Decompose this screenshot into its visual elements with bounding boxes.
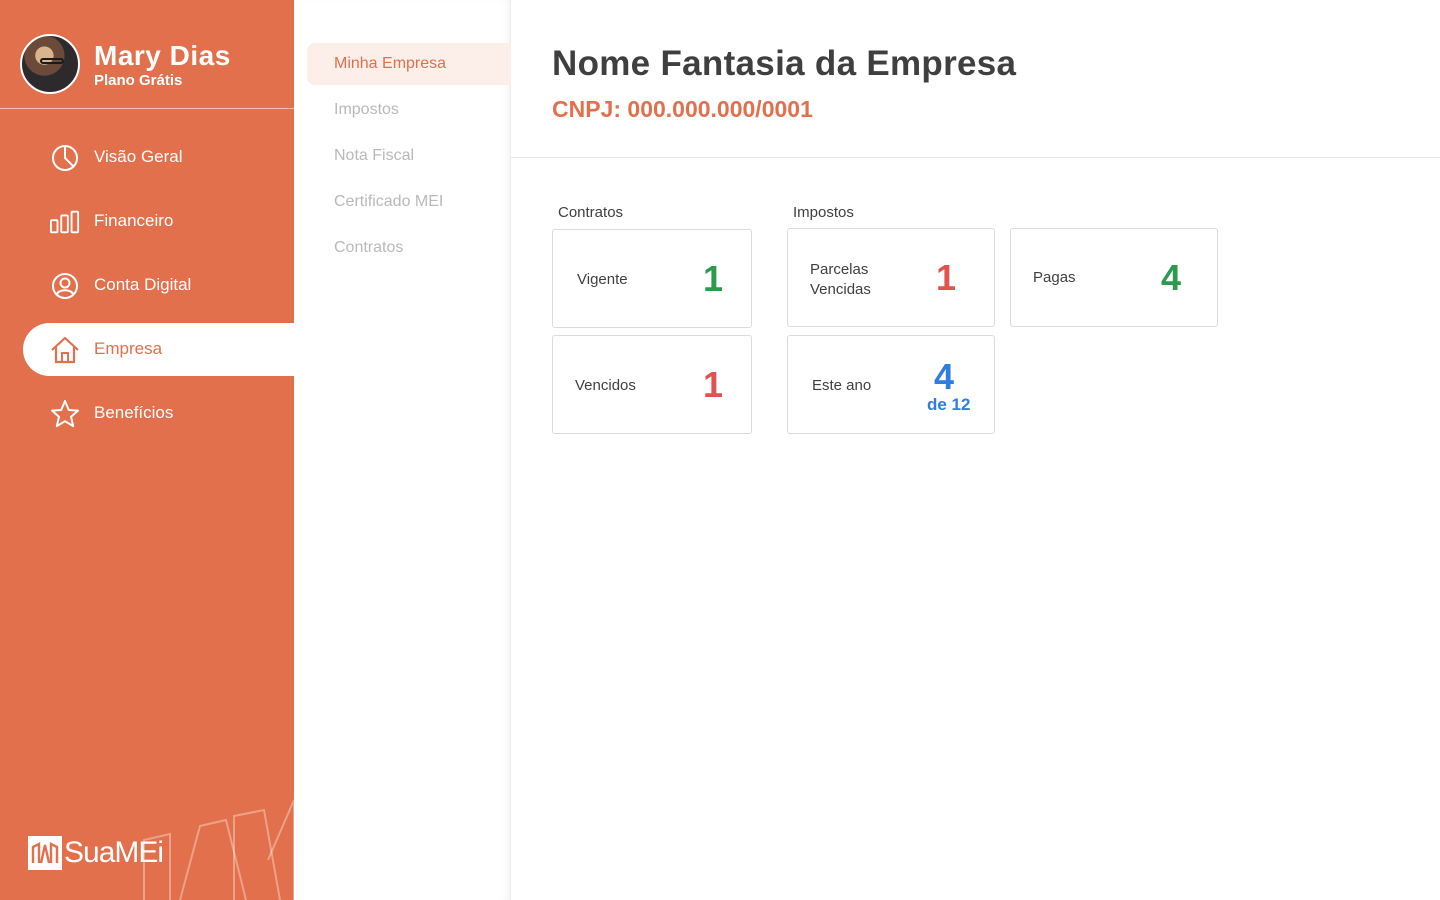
submenu-item-nota-fiscal[interactable]: Nota Fiscal (307, 135, 511, 177)
card-label: Vencidos (575, 377, 636, 394)
user-profile[interactable]: Mary Dias Plano Grátis (0, 0, 294, 109)
user-circle-icon (50, 271, 80, 301)
sidebar-item-label: Financeiro (94, 211, 174, 230)
submenu-item-certificado-mei[interactable]: Certificado MEI (307, 181, 511, 223)
card-label: Pagas (1033, 269, 1076, 286)
card-impostos-este-ano[interactable]: Este ano 4 de 12 (787, 335, 995, 434)
card-label: Vigente (577, 271, 628, 288)
sidebar-item-label: Visão Geral (94, 147, 183, 166)
cnpj-label: CNPJ: 000.000.000/0001 (552, 96, 813, 122)
sidebar-item-beneficios[interactable]: Benefícios (23, 387, 294, 440)
brand-name: SuaMEi (64, 836, 164, 869)
submenu-item-contratos[interactable]: Contratos (307, 227, 511, 269)
sidebar-item-label: Benefícios (94, 403, 174, 422)
submenu-item-label: Certificado MEI (334, 193, 444, 210)
card-label: Parcelas (810, 261, 869, 278)
submenu-item-label: Impostos (334, 101, 399, 118)
card-value: 4 (934, 356, 955, 397)
card-value: 4 (1161, 257, 1182, 298)
card-contratos-vencidos[interactable]: Vencidos 1 (552, 335, 752, 434)
sidebar-item-visao-geral[interactable]: Visão Geral (23, 131, 294, 184)
card-sub-value: de 12 (927, 395, 971, 414)
card-value: 1 (936, 257, 957, 298)
sidebar-item-conta-digital[interactable]: Conta Digital (23, 259, 294, 312)
card-impostos-pagas[interactable]: Pagas 4 (1010, 228, 1218, 327)
submenu-item-label: Contratos (334, 239, 404, 256)
main-content: Nome Fantasia da Empresa CNPJ: 000.000.0… (511, 0, 1440, 900)
avatar[interactable] (20, 34, 80, 94)
page-title: Nome Fantasia da Empresa (552, 44, 1017, 83)
brand-logo[interactable]: SuaMEi (28, 836, 164, 870)
card-value: 1 (703, 364, 724, 405)
pie-chart-icon (50, 143, 80, 173)
sidebar-item-financeiro[interactable]: Financeiro (23, 195, 294, 248)
submenu-item-minha-empresa[interactable]: Minha Empresa (307, 43, 511, 85)
page-header: Nome Fantasia da Empresa CNPJ: 000.000.0… (511, 0, 1440, 158)
bar-chart-icon (50, 207, 80, 237)
submenu-item-impostos[interactable]: Impostos (307, 89, 511, 131)
logo-mark-icon (28, 836, 62, 870)
card-contratos-vigente[interactable]: Vigente 1 (552, 229, 752, 328)
card-value: 1 (703, 258, 724, 299)
user-plan: Plano Grátis (94, 72, 183, 89)
sidebar-item-label: Conta Digital (94, 275, 192, 294)
sidebar-item-label: Empresa (94, 339, 163, 358)
card-label: Vencidas (810, 281, 871, 298)
submenu-item-label: Nota Fiscal (334, 147, 415, 164)
home-icon (50, 335, 80, 365)
card-impostos-parcelas-vencidas[interactable]: Parcelas Vencidas 1 (787, 228, 995, 327)
submenu-item-label: Minha Empresa (334, 55, 447, 72)
section-title-contratos: Contratos (558, 204, 624, 221)
sidebar-item-empresa[interactable]: Empresa (23, 323, 294, 376)
section-title-impostos: Impostos (793, 204, 854, 221)
sidebar: Mary Dias Plano Grátis Visão Geral Finan… (0, 0, 294, 900)
card-label: Este ano (812, 377, 872, 394)
user-name: Mary Dias (94, 40, 231, 71)
submenu: Minha Empresa Impostos Nota Fiscal Certi… (294, 0, 511, 900)
star-icon (50, 399, 80, 429)
